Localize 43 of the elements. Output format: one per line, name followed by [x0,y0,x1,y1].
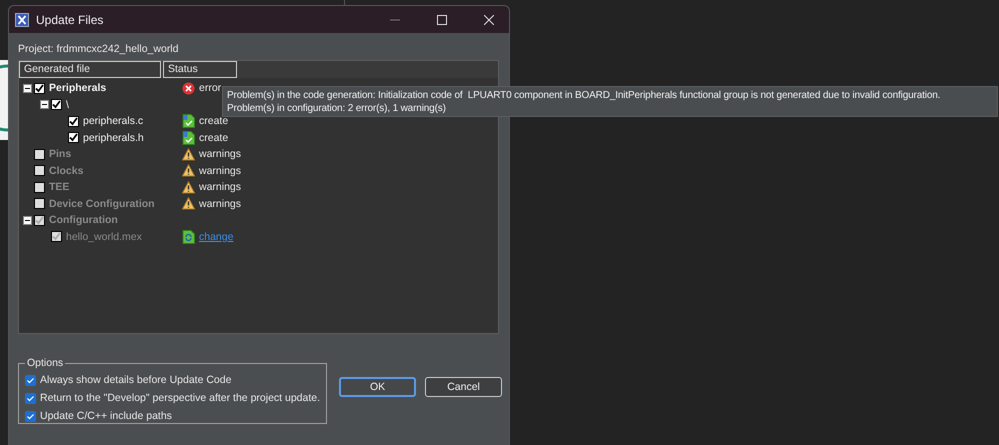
cancel-button[interactable]: Cancel [425,377,502,397]
checkbox[interactable] [34,82,45,94]
maximize-icon [437,14,447,24]
window-title: Update Files [36,12,104,26]
checkbox[interactable] [25,374,36,386]
ok-button[interactable]: OK [339,377,416,397]
group-title: Options [26,357,64,369]
warning-icon [182,197,195,210]
warning-icon [182,180,195,194]
close-icon [484,14,494,24]
checkbox[interactable] [68,132,79,144]
tree-item-label[interactable]: peripherals.c [83,115,144,128]
column-header[interactable]: Status [163,61,237,78]
project-label: Project: frdmmcxc242_hello_world [18,43,180,57]
warning-icon [182,164,195,178]
column-header[interactable]: Generated file [19,61,161,78]
tree-item-label[interactable]: \ [66,98,69,111]
checkbox-label[interactable]: Return to the "Develop" perspective after the project update. [40,392,320,404]
error-icon [182,82,195,95]
new-file-icon [182,114,195,128]
checkbox[interactable] [25,392,36,404]
file-change-icon [182,230,195,244]
status-text: warnings [199,181,242,194]
checkbox-label[interactable]: Always show details before Update Code [40,374,232,386]
status-text: create [199,132,228,144]
new-file-icon [182,130,195,145]
collapse-icon[interactable] [23,84,32,93]
checkbox-label[interactable]: Update C/C++ include paths [40,410,172,422]
checkbox[interactable] [68,116,79,127]
status-text: warnings [199,148,242,160]
collapse-icon[interactable] [40,100,49,110]
tree-item-label[interactable]: peripherals.h [83,132,144,144]
tooltip-text: Problem(s) in the code generation: Initialization code of LPUART0 component in BOARD_InitPeripherals functional group is not generated due to invalid configuration. [227,89,940,102]
status-text: warnings [199,164,242,177]
checkbox[interactable] [25,410,36,422]
status-text: warnings [199,198,242,210]
status-text: create [199,115,228,128]
warning-icon [182,148,195,161]
checkbox[interactable] [51,99,62,110]
app-x-icon [15,12,29,26]
status-text: error [199,82,222,94]
tooltip-text: Problem(s) in configuration: 2 error(s), 1 warning(s) [227,102,446,115]
tree-item-label[interactable]: Peripherals [49,82,106,94]
